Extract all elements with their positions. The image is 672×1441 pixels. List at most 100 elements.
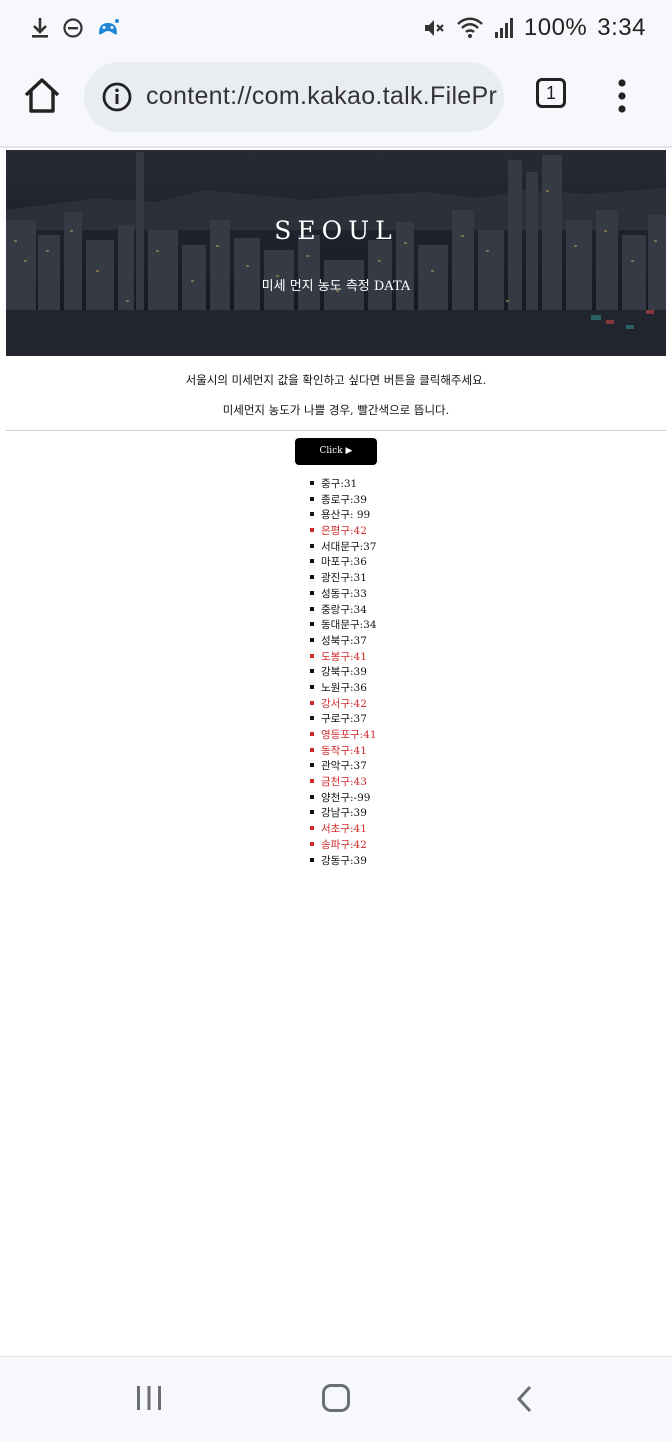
bullet-icon	[310, 794, 314, 799]
district-item: 성동구:33	[310, 587, 377, 603]
city-skyline-image	[6, 150, 666, 356]
district-text: 마포구:36	[321, 556, 367, 569]
district-text: 구로구:37	[321, 713, 367, 726]
district-item: 관악구:37	[310, 759, 377, 775]
district-text: 노원구:36	[321, 681, 367, 694]
district-item: 영등포구:41	[310, 728, 377, 744]
district-text: 도봉구:41	[321, 650, 367, 663]
bullet-icon	[310, 622, 314, 627]
more-options-icon[interactable]	[612, 76, 632, 116]
district-item: 도봉구:41	[310, 650, 377, 666]
district-text: 성북구:37	[321, 634, 367, 647]
district-text: 중구:31	[321, 478, 358, 490]
district-text: 서초구:41	[321, 823, 367, 836]
system-nav-bar	[0, 1356, 672, 1441]
bullet-icon	[310, 559, 314, 564]
district-text: 동작구:41	[321, 744, 367, 757]
bullet-icon	[310, 716, 314, 721]
district-item: 강서구:42	[310, 697, 377, 713]
district-text: 종로구:39	[321, 493, 367, 506]
bullet-icon	[310, 606, 314, 611]
district-item: 서대문구:37	[310, 540, 377, 556]
district-item: 금천구:43	[310, 775, 377, 791]
district-text: 은평구:42	[321, 525, 367, 538]
district-text: 송파구:42	[321, 838, 367, 851]
district-text: 동대문구:34	[321, 619, 377, 632]
game-controller-icon	[99, 19, 119, 35]
district-text: 중랑구:34	[321, 603, 367, 616]
status-bar: 100% 3:34	[0, 0, 672, 58]
district-item: 강북구:39	[310, 665, 377, 681]
district-item: 용산구: 99	[310, 508, 377, 524]
hero-subtitle: 미세 먼지 농도 측정 DATA	[261, 279, 411, 294]
district-item: 양천구:-99	[310, 791, 377, 807]
bullet-icon	[310, 653, 314, 658]
district-item: 중구:31	[310, 477, 377, 493]
click-button[interactable]: Click ▶	[295, 438, 377, 465]
mute-icon	[424, 20, 444, 36]
back-icon[interactable]	[514, 1385, 534, 1413]
district-item: 광진구:31	[310, 571, 377, 587]
bullet-icon	[310, 747, 314, 752]
hero-title: SEOUL	[274, 216, 398, 245]
district-item: 마포구:36	[310, 555, 377, 571]
district-item: 종로구:39	[310, 493, 377, 509]
clock: 3:34	[597, 14, 646, 41]
district-item: 강남구:39	[310, 806, 377, 822]
intro-text-2: 미세먼지 농도가 나쁠 경우, 빨간색으로 뜹니다.	[222, 403, 450, 417]
hero-banner: SEOUL 미세 먼지 농도 측정 DATA	[6, 150, 666, 356]
district-item: 은평구:42	[310, 524, 377, 540]
district-text: 관악구:37	[321, 760, 367, 773]
bullet-icon	[310, 590, 314, 595]
district-item: 송파구:42	[310, 838, 377, 854]
district-text: 광진구:31	[321, 572, 367, 585]
district-text: 서대문구:37	[321, 540, 377, 553]
do-not-disturb-icon	[63, 18, 83, 38]
bullet-icon	[310, 700, 314, 705]
district-text: 강남구:39	[321, 807, 367, 820]
district-item: 성북구:37	[310, 634, 377, 650]
divider	[6, 430, 666, 431]
tab-count-button[interactable]: 1	[536, 78, 566, 108]
bullet-icon	[310, 779, 314, 784]
recent-apps-icon[interactable]	[134, 1385, 164, 1411]
bullet-icon	[310, 575, 314, 580]
district-text: 강동구:39	[321, 854, 367, 867]
district-text: 성동구:33	[321, 587, 367, 600]
browser-toolbar: content://com.kakao.talk.FilePr 1	[0, 58, 672, 148]
district-text: 강서구:42	[321, 697, 367, 710]
district-text: 영등포구:41	[321, 729, 377, 741]
district-item: 동대문구:34	[310, 618, 377, 634]
bullet-icon	[310, 496, 314, 501]
district-item: 노원구:36	[310, 681, 377, 697]
info-icon[interactable]	[102, 82, 132, 112]
battery-level: 100%	[523, 14, 588, 41]
bullet-icon	[310, 481, 314, 485]
signal-icon	[494, 18, 513, 38]
url-text[interactable]: content://com.kakao.talk.FilePr	[146, 82, 497, 111]
intro-text-1: 서울시의 미세먼지 값을 확인하고 싶다면 버튼을 클릭해주세요.	[185, 373, 487, 387]
district-item: 서초구:41	[310, 822, 377, 838]
bullet-icon	[310, 512, 314, 517]
bullet-icon	[310, 528, 314, 533]
home-icon[interactable]	[20, 74, 64, 118]
bullet-icon	[310, 637, 314, 642]
district-item: 동작구:41	[310, 744, 377, 760]
address-bar[interactable]: content://com.kakao.talk.FilePr	[84, 62, 504, 132]
district-text: 양천구:-99	[321, 791, 371, 804]
bullet-icon	[310, 810, 314, 815]
download-icon	[32, 18, 48, 38]
district-list: 중구:31 종로구:39 용산구: 99 은평구:42 서대문구:37 마포구:36 광진구…	[310, 477, 377, 869]
bullet-icon	[310, 841, 314, 846]
district-text: 금천구:43	[321, 776, 367, 789]
bullet-icon	[310, 857, 314, 862]
district-text: 용산구: 99	[321, 509, 371, 522]
district-item: 구로구:37	[310, 712, 377, 728]
bullet-icon	[310, 684, 314, 689]
wifi-icon	[457, 17, 483, 38]
bullet-icon	[310, 763, 314, 768]
bullet-icon	[310, 826, 314, 831]
bullet-icon	[310, 543, 314, 548]
home-button-icon[interactable]	[322, 1384, 350, 1412]
bullet-icon	[310, 732, 314, 736]
